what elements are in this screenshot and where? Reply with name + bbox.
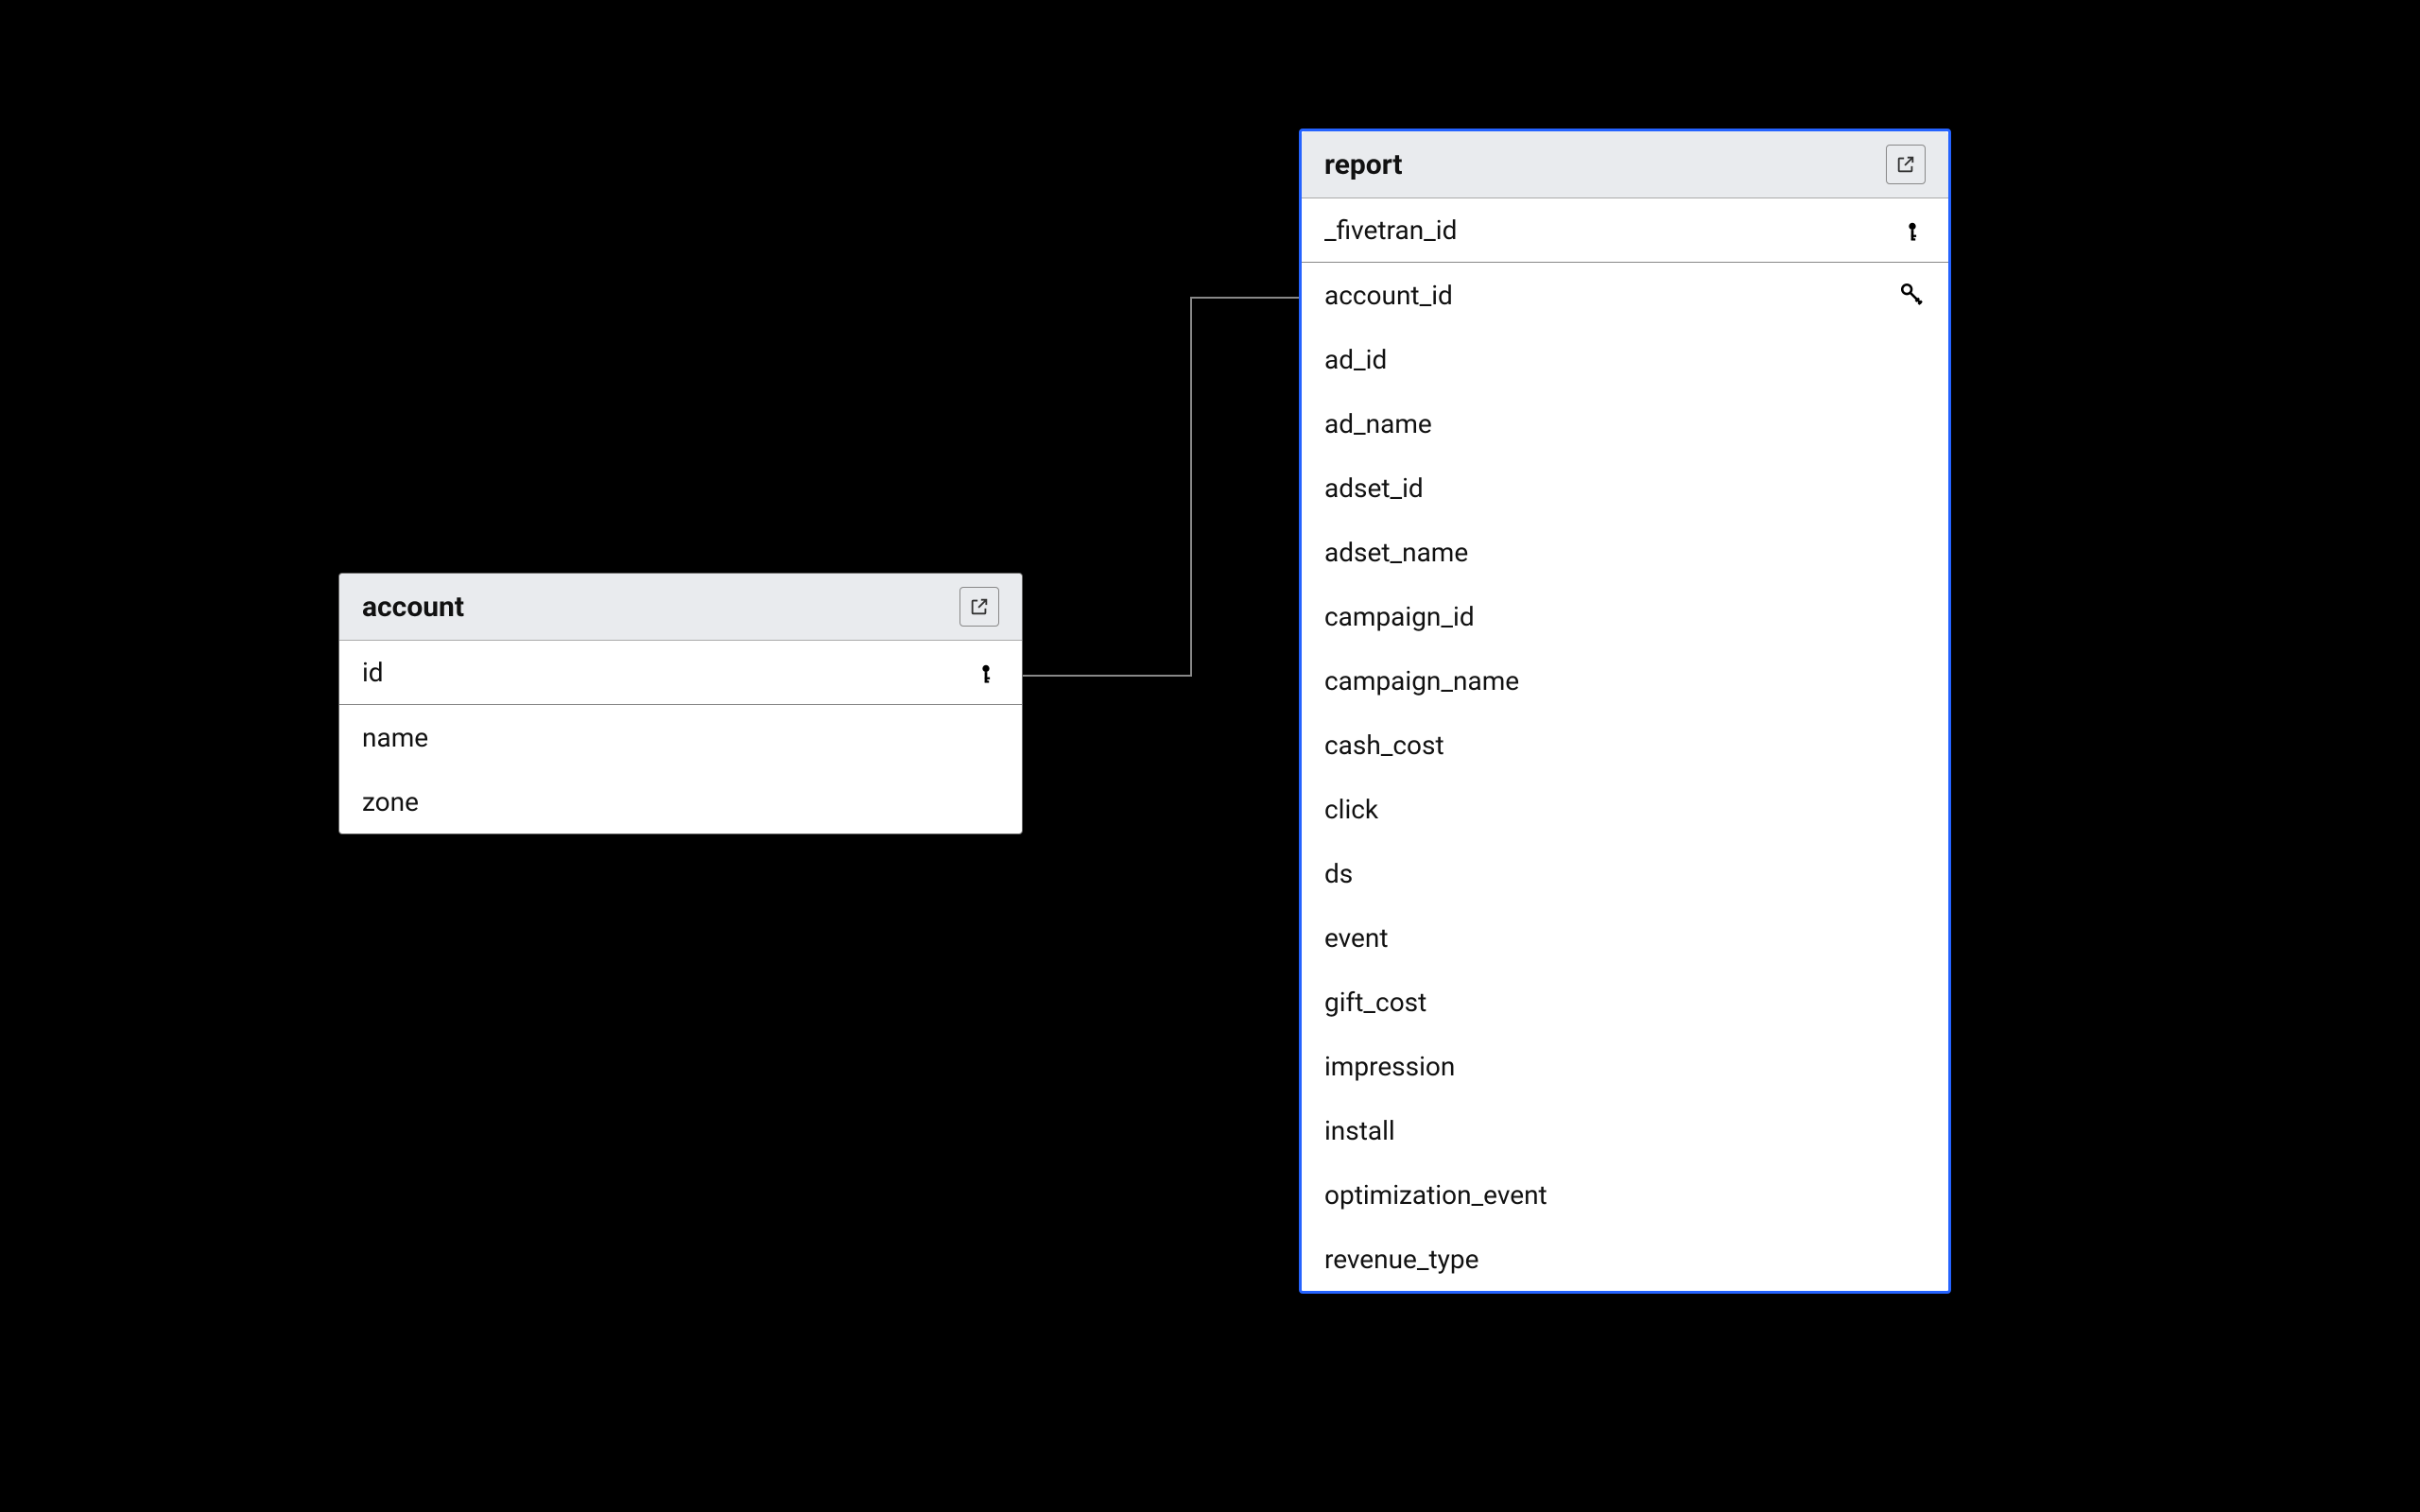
column-row[interactable]: cash_cost [1302, 713, 1948, 777]
column-name: cash_cost [1324, 730, 1444, 761]
column-row[interactable]: ad_name [1302, 391, 1948, 455]
column-row[interactable]: campaign_id [1302, 584, 1948, 648]
external-link-icon[interactable] [1886, 145, 1926, 184]
primary-key-icon [1899, 217, 1926, 244]
erd-canvas: account id name zone report [0, 0, 2420, 1512]
table-account[interactable]: account id name zone [338, 573, 1023, 834]
column-name: ad_id [1324, 344, 1387, 375]
column-row[interactable]: name [339, 705, 1022, 769]
table-account-header: account [339, 574, 1022, 641]
primary-key-icon [973, 660, 999, 686]
column-row[interactable]: account_id [1302, 263, 1948, 327]
column-row[interactable]: ds [1302, 841, 1948, 905]
table-account-columns: id name zone [339, 641, 1022, 833]
column-name: account_id [1324, 280, 1453, 311]
column-row[interactable]: revenue_type [1302, 1227, 1948, 1291]
column-name: campaign_id [1324, 601, 1475, 632]
column-name: id [362, 657, 384, 688]
column-row[interactable]: adset_name [1302, 520, 1948, 584]
column-row[interactable]: _fivetran_id [1302, 198, 1948, 263]
column-row[interactable]: id [339, 641, 1022, 705]
column-row[interactable]: zone [339, 769, 1022, 833]
table-report-header: report [1302, 131, 1948, 198]
external-link-icon[interactable] [959, 587, 999, 627]
column-row[interactable]: gift_cost [1302, 970, 1948, 1034]
column-name: event [1324, 922, 1389, 954]
column-name: name [362, 722, 428, 753]
column-row[interactable]: impression [1302, 1034, 1948, 1098]
table-report[interactable]: report _fivetran_id account_id ad_id [1299, 129, 1951, 1294]
column-name: revenue_type [1324, 1244, 1479, 1275]
table-report-title: report [1324, 148, 1403, 181]
column-name: adset_id [1324, 472, 1424, 504]
column-row[interactable]: campaign_name [1302, 648, 1948, 713]
column-name: ad_name [1324, 408, 1432, 439]
column-row[interactable]: ad_id [1302, 327, 1948, 391]
column-row[interactable]: install [1302, 1098, 1948, 1162]
column-name: gift_cost [1324, 987, 1426, 1018]
table-report-columns: _fivetran_id account_id ad_id ad_name ad… [1302, 198, 1948, 1291]
column-name: ds [1324, 858, 1353, 889]
column-name: campaign_name [1324, 665, 1519, 696]
column-row[interactable]: adset_id [1302, 455, 1948, 520]
column-name: _fivetran_id [1324, 215, 1457, 246]
column-name: optimization_event [1324, 1179, 1547, 1211]
column-name: click [1324, 794, 1378, 825]
foreign-key-icon [1899, 282, 1926, 308]
column-name: zone [362, 786, 419, 817]
column-row[interactable]: optimization_event [1302, 1162, 1948, 1227]
table-account-title: account [362, 591, 464, 624]
column-row[interactable]: click [1302, 777, 1948, 841]
column-name: install [1324, 1115, 1395, 1146]
column-row[interactable]: event [1302, 905, 1948, 970]
column-name: adset_name [1324, 537, 1468, 568]
column-name: impression [1324, 1051, 1455, 1082]
